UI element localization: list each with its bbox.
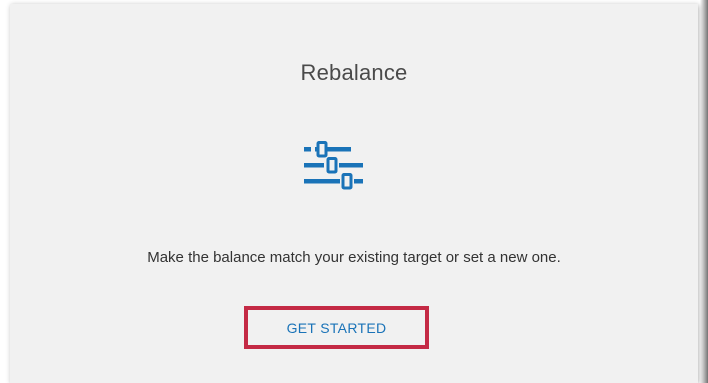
- card-description: Make the balance match your existing tar…: [147, 249, 561, 266]
- window-edge-shadow: [700, 0, 708, 383]
- rebalance-card: Rebalance Make the balance match your ex…: [10, 4, 698, 383]
- get-started-button[interactable]: GET STARTED: [248, 310, 425, 345]
- sliders-icon: [302, 138, 366, 202]
- card-title: Rebalance: [300, 60, 408, 85]
- highlight-box: GET STARTED: [244, 306, 429, 349]
